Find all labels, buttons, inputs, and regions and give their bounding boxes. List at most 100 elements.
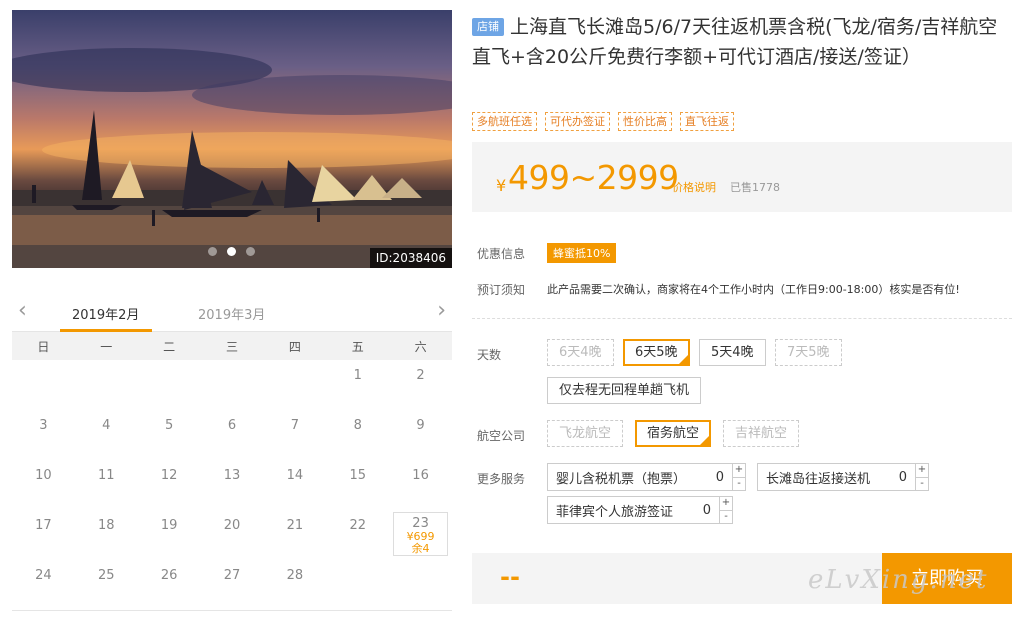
weekday-label: 三 bbox=[225, 339, 238, 354]
price-explain-link[interactable]: 价格说明 bbox=[672, 179, 716, 195]
calendar-tab-mar[interactable]: 2019年3月 bbox=[198, 304, 265, 323]
product-title: 上海直飞长滩岛5/6/7天往返机票含税(飞龙/宿务/吉祥航空直飞+含20公斤免费… bbox=[472, 16, 998, 68]
day-number: 8 bbox=[353, 418, 362, 433]
day-number: 20 bbox=[223, 518, 241, 533]
airline-label: 航空公司 bbox=[477, 429, 526, 443]
slide-dot[interactable] bbox=[208, 247, 217, 256]
service-airport-transfer: 长滩岛往返接送机 0 + - bbox=[757, 463, 929, 491]
plus-icon[interactable]: + bbox=[733, 464, 745, 477]
service-name: 婴儿含税机票（抱票） bbox=[556, 471, 687, 487]
calendar-day: 7 bbox=[263, 410, 326, 460]
day-number: 15 bbox=[349, 468, 366, 483]
product-photo[interactable]: ID:2038406 bbox=[12, 10, 452, 268]
weekday-row: 日 一 二 三 四 五 六 bbox=[12, 332, 452, 360]
day-number: 19 bbox=[160, 518, 178, 533]
chevron-right-icon[interactable]: › bbox=[437, 300, 446, 322]
day-number: 11 bbox=[98, 468, 115, 483]
calendar-day-available[interactable]: 23 ¥699 余4 bbox=[393, 512, 448, 556]
days-option-oneway[interactable]: 仅去程无回程单趟飞机 bbox=[547, 377, 702, 404]
calendar-tab-feb[interactable]: 2019年2月 bbox=[72, 304, 139, 323]
minus-icon[interactable]: - bbox=[733, 476, 745, 491]
calendar-day: 3 bbox=[12, 410, 75, 460]
day-number: 9 bbox=[416, 418, 425, 433]
notice-text: 此产品需要二次确认，商家将在4个工作小时内（工作日9:00-18:00）核实是否… bbox=[547, 283, 960, 296]
slide-dot[interactable] bbox=[246, 247, 255, 256]
qty-stepper: + - bbox=[719, 497, 732, 523]
buy-now-button[interactable]: 立即购买 bbox=[882, 553, 1012, 604]
service-qty[interactable]: 0 bbox=[703, 503, 719, 518]
service-name: 长滩岛往返接送机 bbox=[766, 471, 871, 487]
calendar-day: 4 bbox=[75, 410, 138, 460]
calendar-day: 16 bbox=[389, 460, 452, 510]
promo-badge: 蜂蜜抵10% bbox=[547, 243, 617, 263]
calendar-day: 5 bbox=[138, 410, 201, 460]
calendar-day bbox=[201, 360, 264, 410]
day-number: 7 bbox=[290, 418, 299, 433]
airline-option-juneyao[interactable]: 吉祥航空 bbox=[723, 420, 800, 447]
feature-tag: 直飞往返 bbox=[680, 112, 734, 131]
calendar-day bbox=[263, 360, 326, 410]
day-number: 6 bbox=[227, 418, 237, 433]
plus-icon[interactable]: + bbox=[720, 497, 732, 510]
day-number: 27 bbox=[223, 568, 241, 583]
slide-dot-active[interactable] bbox=[227, 247, 236, 256]
calendar-day: 19 bbox=[138, 510, 201, 560]
sunset-sailboats-image bbox=[12, 48, 452, 268]
day-number: 26 bbox=[160, 568, 178, 583]
calendar-day bbox=[326, 560, 389, 610]
calendar-day: 26 bbox=[138, 560, 201, 610]
total-price: -- bbox=[500, 563, 520, 591]
qty-stepper: + - bbox=[732, 464, 745, 490]
calendar-day: 24 bbox=[12, 560, 75, 610]
shop-tag: 店铺 bbox=[472, 18, 504, 36]
calendar-day: 2 bbox=[389, 360, 452, 410]
day-number: 28 bbox=[286, 568, 304, 583]
service-qty[interactable]: 0 bbox=[899, 470, 915, 485]
day-number: 16 bbox=[412, 468, 429, 483]
calendar-day: 22 bbox=[326, 510, 389, 560]
calendar-day: 25 bbox=[75, 560, 138, 610]
weekday-label: 日 bbox=[37, 339, 50, 354]
service-name: 菲律宾个人旅游签证 bbox=[556, 504, 674, 520]
service-infant-ticket: 婴儿含税机票（抱票） 0 + - bbox=[547, 463, 746, 491]
day-number: 23 bbox=[412, 516, 429, 531]
buy-bar: -- 立即购买 bbox=[472, 553, 1012, 604]
price-box: ¥ 499~2999 价格说明 已售1778 bbox=[472, 142, 1012, 212]
service-qty[interactable]: 0 bbox=[716, 470, 732, 485]
minus-icon[interactable]: - bbox=[916, 476, 928, 491]
product-page: ID:2038406 ‹ 2019年2月 2019年3月 › 日 一 二 三 四… bbox=[0, 0, 1017, 617]
calendar-day: 1 bbox=[326, 360, 389, 410]
day-number: 1 bbox=[353, 368, 362, 383]
calendar-header: ‹ 2019年2月 2019年3月 › bbox=[12, 292, 452, 332]
airline-option-cebu[interactable]: 宿务航空 bbox=[635, 420, 712, 447]
notice-label: 预订须知 bbox=[477, 283, 526, 297]
feature-tag: 可代办签证 bbox=[545, 112, 610, 131]
calendar-day: 11 bbox=[75, 460, 138, 510]
days-option-6d5n[interactable]: 6天5晚 bbox=[623, 339, 690, 366]
chevron-left-icon[interactable]: ‹ bbox=[18, 300, 27, 322]
calendar-day bbox=[12, 360, 75, 410]
calendar-day: 17 bbox=[12, 510, 75, 560]
plus-icon[interactable]: + bbox=[916, 464, 928, 477]
calendar-day: 18 bbox=[75, 510, 138, 560]
day-number: 21 bbox=[286, 518, 304, 533]
calendar-day: 21 bbox=[263, 510, 326, 560]
service-visa: 菲律宾个人旅游签证 0 + - bbox=[547, 496, 733, 524]
days-option-5d4n[interactable]: 5天4晚 bbox=[699, 339, 766, 366]
days-option-7d5n[interactable]: 7天5晚 bbox=[775, 339, 842, 366]
day-number: 5 bbox=[164, 418, 174, 433]
airline-option-feilong[interactable]: 飞龙航空 bbox=[547, 420, 624, 447]
calendar-day: 8 bbox=[326, 410, 389, 460]
feature-tags: 多航班任选 可代办签证 性价比高 直飞往返 bbox=[472, 112, 734, 131]
currency-symbol: ¥ bbox=[496, 176, 507, 195]
feature-tag: 性价比高 bbox=[618, 112, 672, 131]
minus-icon[interactable]: - bbox=[720, 509, 732, 524]
day-number: 17 bbox=[35, 518, 52, 533]
calendar-day: 14 bbox=[263, 460, 326, 510]
weekday-label: 二 bbox=[163, 339, 176, 354]
date-calendar: ‹ 2019年2月 2019年3月 › 日 一 二 三 四 五 六 123456… bbox=[12, 292, 452, 611]
days-option-6d4n[interactable]: 6天4晚 bbox=[547, 339, 614, 366]
day-number: 18 bbox=[98, 518, 115, 533]
calendar-day: 6 bbox=[201, 410, 264, 460]
weekday-label: 六 bbox=[414, 339, 427, 354]
